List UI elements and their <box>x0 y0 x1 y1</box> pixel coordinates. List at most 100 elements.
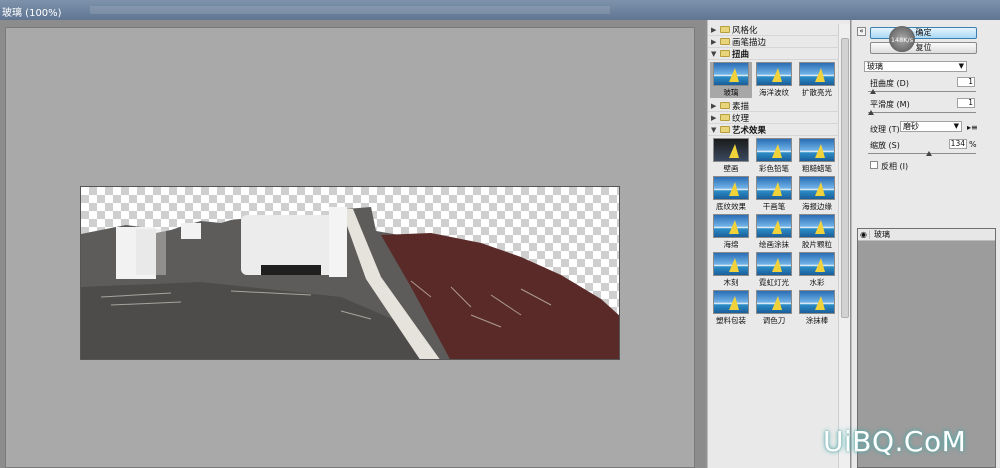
filter-colored-pencil[interactable]: 彩色铅笔 <box>753 138 795 174</box>
smoothness-slider[interactable] <box>868 110 976 115</box>
road-image <box>81 207 619 359</box>
effect-layer-name: 玻璃 <box>874 230 890 239</box>
filter-thumbnail <box>756 176 792 200</box>
folder-brush-strokes[interactable]: ▶ 画笔描边 <box>708 36 838 48</box>
folder-label: 画笔描边 <box>732 37 767 48</box>
artistic-filter-grid: 壁画 彩色铅笔 粗糙蜡笔 底纹效果 干画笔 海报边缘 海绵 绘画涂抹 胶片颗粒 … <box>708 136 838 328</box>
folder-label: 风格化 <box>732 25 758 36</box>
filter-plastic-wrap[interactable]: 塑料包装 <box>710 290 752 326</box>
filter-label: 塑料包装 <box>716 316 746 325</box>
folder-icon <box>720 50 730 57</box>
window-title: 玻璃 (100%) <box>2 8 62 19</box>
folder-label: 扭曲 <box>732 49 750 60</box>
filter-label: 底纹效果 <box>716 202 746 211</box>
preview-image[interactable] <box>80 186 620 360</box>
folder-texture[interactable]: ▶ 纹理 <box>708 112 838 124</box>
scaling-input[interactable]: 134 <box>949 139 967 149</box>
filter-label: 涂抹棒 <box>805 316 829 325</box>
texture-dropdown-value: 磨砂 <box>903 122 919 131</box>
ok-button[interactable]: 确定 <box>870 27 977 39</box>
filter-watercolor[interactable]: 水彩 <box>796 252 838 288</box>
filter-settings-panel: « 确定 复位 148K/s 玻璃 ▼ 扭曲度 (D) 1 平滑度 (M) 1 … <box>851 20 1000 468</box>
distortion-slider[interactable] <box>868 89 976 94</box>
scaling-unit: % <box>969 140 977 149</box>
gallery-scrollbar[interactable] <box>838 24 850 468</box>
filter-thumbnail <box>713 290 749 314</box>
filter-gallery-window: 玻璃 (100%) ▶ 风格化 ▶ 画笔描边 ▼ 扭曲 玻璃 海洋波纹 扩散亮光… <box>0 0 1000 468</box>
filter-dropdown-value: 玻璃 <box>867 62 883 71</box>
filter-underpainting[interactable]: 底纹效果 <box>710 176 752 212</box>
effect-layer-row[interactable]: ◉ 玻璃 <box>858 229 995 241</box>
filter-palette-knife[interactable]: 调色刀 <box>753 290 795 326</box>
filter-glass[interactable]: 玻璃 <box>710 62 752 98</box>
filter-dropdown[interactable]: 玻璃 ▼ <box>864 61 967 72</box>
scaling-slider[interactable] <box>868 151 976 156</box>
filter-thumbnail <box>756 138 792 162</box>
filter-list: ▶ 风格化 ▶ 画笔描边 ▼ 扭曲 玻璃 海洋波纹 扩散亮光 ▶ 素描 ▶ 纹理… <box>708 24 838 468</box>
filter-neon-glow[interactable]: 霓虹灯光 <box>753 252 795 288</box>
slider-knob[interactable] <box>926 151 932 156</box>
filter-thumbnail <box>799 176 835 200</box>
title-bar: 玻璃 (100%) <box>0 0 1000 20</box>
filter-label: 木刻 <box>723 278 739 287</box>
filter-label: 扩散亮光 <box>802 88 832 97</box>
scrollbar-thumb[interactable] <box>841 38 849 318</box>
filter-label: 绘画涂抹 <box>759 240 789 249</box>
filter-label: 壁画 <box>723 164 739 173</box>
invert-label: 反相 (I) <box>881 162 909 171</box>
slider-knob[interactable] <box>868 110 874 115</box>
filter-label: 胶片颗粒 <box>802 240 832 249</box>
invert-checkbox[interactable] <box>870 161 878 169</box>
filter-label: 粗糙蜡笔 <box>802 164 832 173</box>
filter-rough-pastels[interactable]: 粗糙蜡笔 <box>796 138 838 174</box>
title-bar-blurred-area <box>90 6 610 14</box>
folder-icon <box>720 102 730 109</box>
filter-ocean-ripple[interactable]: 海洋波纹 <box>753 62 795 98</box>
filter-thumbnail <box>756 290 792 314</box>
chevron-down-icon: ▼ <box>953 122 959 130</box>
texture-menu-icon[interactable]: ▸≡ <box>967 123 978 132</box>
folder-icon <box>720 126 730 133</box>
chevron-down-icon: ▼ <box>711 125 717 134</box>
slider-knob[interactable] <box>870 89 876 94</box>
watermark-logo: UiBQ.CoM <box>823 425 967 458</box>
filter-smudge-stick[interactable]: 涂抹棒 <box>796 290 838 326</box>
filter-label: 调色刀 <box>762 316 786 325</box>
filter-poster-edges[interactable]: 海报边缘 <box>796 176 838 212</box>
smoothness-input[interactable]: 1 <box>957 98 975 108</box>
filter-gallery-panel: ▶ 风格化 ▶ 画笔描边 ▼ 扭曲 玻璃 海洋波纹 扩散亮光 ▶ 素描 ▶ 纹理… <box>707 20 850 468</box>
filter-sponge[interactable]: 海绵 <box>710 214 752 250</box>
filter-thumbnail <box>799 138 835 162</box>
filter-cutout[interactable]: 木刻 <box>710 252 752 288</box>
distort-filter-grid: 玻璃 海洋波纹 扩散亮光 <box>708 60 838 100</box>
scaling-label: 缩放 (S) <box>870 141 900 150</box>
folder-artistic[interactable]: ▼ 艺术效果 <box>708 124 838 136</box>
filter-label: 彩色铅笔 <box>759 164 789 173</box>
filter-label: 玻璃 <box>723 88 739 97</box>
eye-icon[interactable]: ◉ <box>858 230 870 239</box>
folder-sketch[interactable]: ▶ 素描 <box>708 100 838 112</box>
memory-indicator: 148K/s <box>889 26 915 52</box>
chevron-right-icon: ▶ <box>711 37 717 46</box>
texture-dropdown[interactable]: 磨砂 ▼ <box>900 121 962 132</box>
filter-diffuse-glow[interactable]: 扩散亮光 <box>796 62 838 98</box>
filter-thumbnail <box>713 252 749 276</box>
filter-film-grain[interactable]: 胶片颗粒 <box>796 214 838 250</box>
filter-thumbnail <box>713 214 749 238</box>
filter-thumbnail <box>713 62 749 86</box>
filter-dry-brush[interactable]: 干画笔 <box>753 176 795 212</box>
distortion-input[interactable]: 1 <box>957 77 975 87</box>
collapse-gallery-icon[interactable]: « <box>857 27 866 36</box>
folder-label: 艺术效果 <box>732 125 767 136</box>
reset-button[interactable]: 复位 <box>870 42 977 54</box>
folder-stylize[interactable]: ▶ 风格化 <box>708 24 838 36</box>
filter-thumbnail <box>799 252 835 276</box>
filter-thumbnail <box>756 252 792 276</box>
filter-fresco[interactable]: 壁画 <box>710 138 752 174</box>
distortion-label: 扭曲度 (D) <box>870 79 909 88</box>
chevron-down-icon: ▼ <box>711 49 717 58</box>
folder-icon <box>720 38 730 45</box>
filter-paint-daubs[interactable]: 绘画涂抹 <box>753 214 795 250</box>
filter-thumbnail <box>799 62 835 86</box>
folder-distort[interactable]: ▼ 扭曲 <box>708 48 838 60</box>
